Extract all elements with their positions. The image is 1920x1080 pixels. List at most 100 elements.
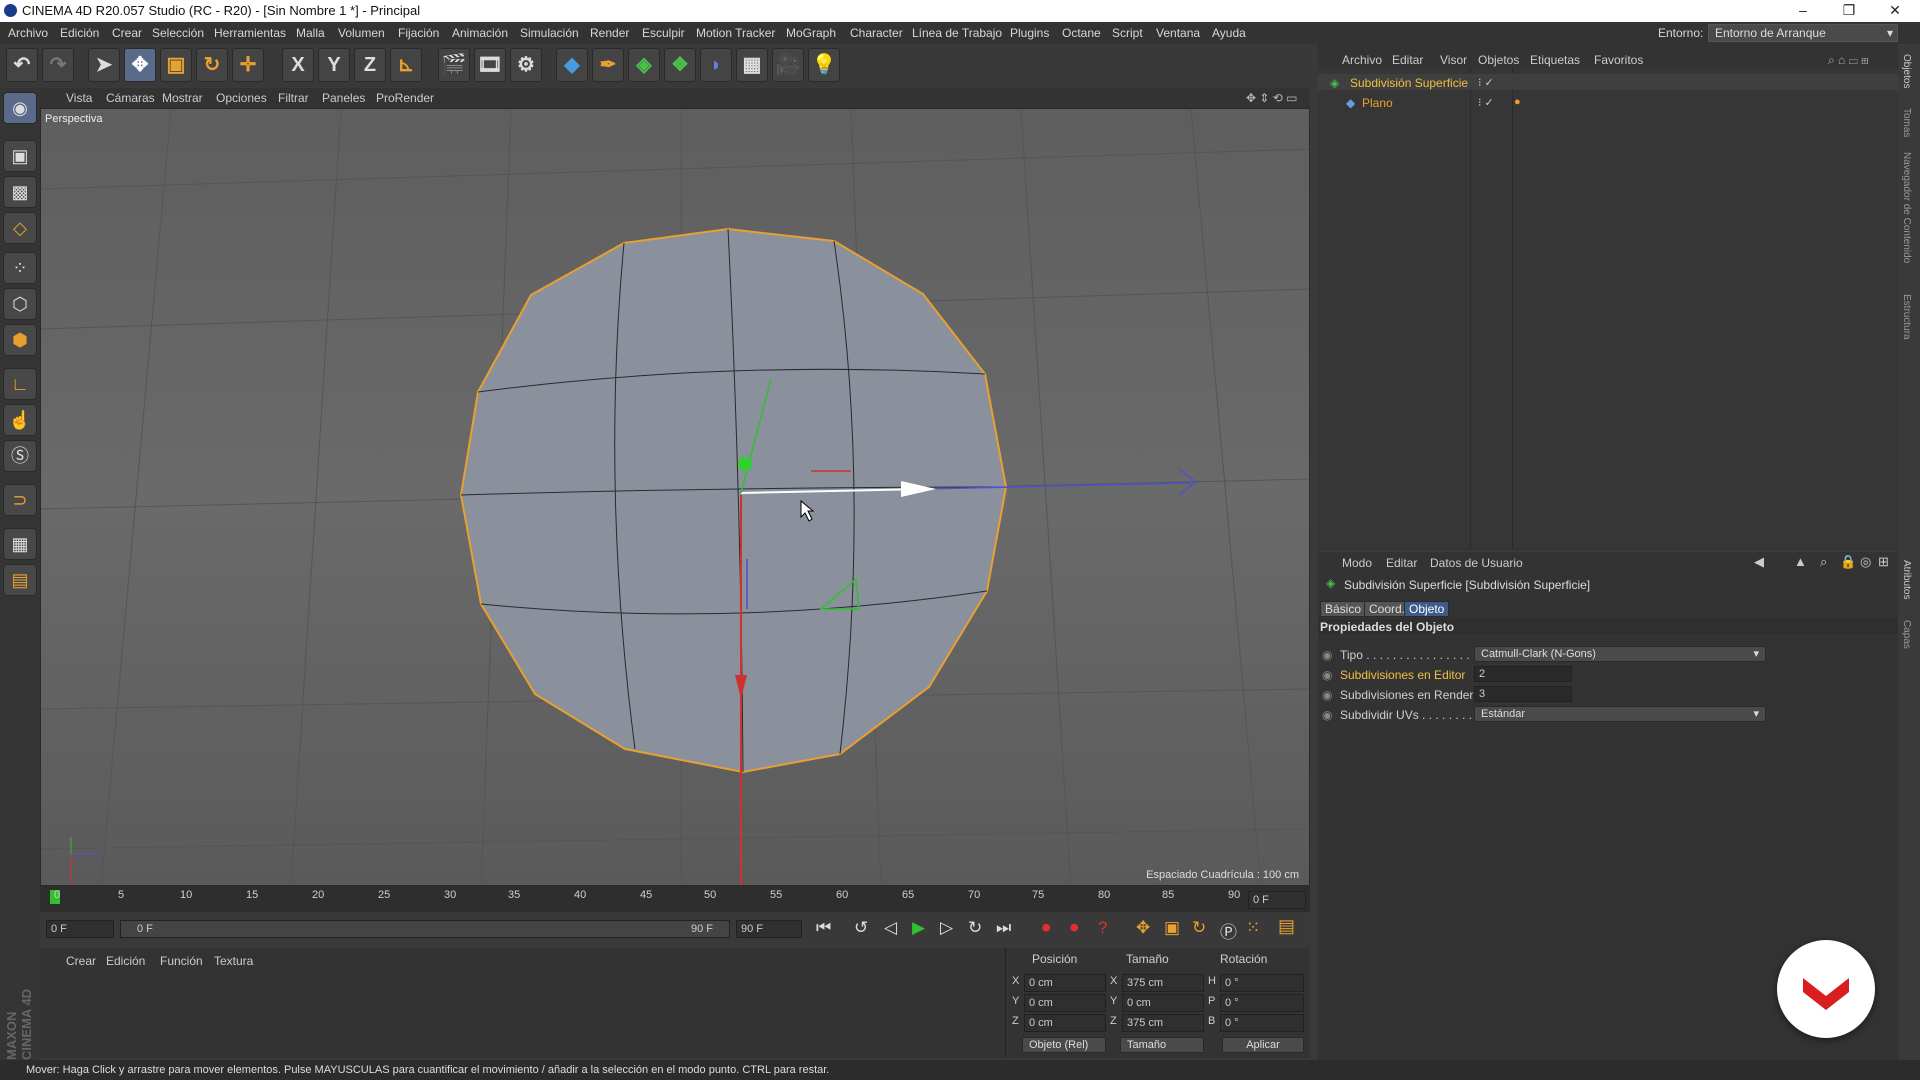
attr-menu-modo[interactable]: Modo bbox=[1342, 556, 1372, 570]
attr-menu-datos-usuario[interactable]: Datos de Usuario bbox=[1430, 556, 1523, 570]
environment-select[interactable]: Entorno de Arranque ▾ bbox=[1708, 24, 1898, 42]
obj-menu-archivo[interactable]: Archivo bbox=[1342, 53, 1382, 67]
timeline-ruler[interactable]: 0 5 10 15 20 25 30 35 40 45 50 55 60 65 … bbox=[40, 886, 1310, 912]
record-keys-icon[interactable]: ⏺ bbox=[1042, 918, 1051, 938]
previous-key-icon[interactable]: ↺ bbox=[854, 918, 868, 938]
vp-menu-paneles[interactable]: Paneles bbox=[322, 91, 365, 105]
back-arrow-icon[interactable]: ◀ bbox=[1754, 554, 1764, 570]
menu-render[interactable]: Render bbox=[590, 26, 629, 40]
polygons-mode-icon[interactable]: ⬢ bbox=[3, 324, 37, 356]
rotation-p-field[interactable]: 0 ° bbox=[1220, 994, 1304, 1012]
obj-menu-favoritos[interactable]: Favoritos bbox=[1594, 53, 1643, 67]
next-frame-icon[interactable]: ▷ bbox=[940, 918, 953, 938]
end-frame-field[interactable]: 90 F bbox=[736, 920, 802, 938]
obj-menu-editar[interactable]: Editar bbox=[1392, 53, 1423, 67]
material-tag-icon[interactable]: ● bbox=[1514, 96, 1521, 108]
menu-plugins[interactable]: Plugins bbox=[1010, 26, 1049, 40]
subdiv-render-field[interactable]: 3 bbox=[1474, 686, 1572, 702]
camera-icon[interactable]: 🎥 bbox=[772, 48, 804, 82]
next-key-icon[interactable]: ↻ bbox=[968, 918, 982, 938]
viewport-perspectiva[interactable]: Perspectiva Espaciado Cuadrícula : 100 c… bbox=[40, 108, 1310, 886]
radio-icon[interactable]: ◉ bbox=[1322, 688, 1332, 702]
timeline-scheme-icon[interactable]: ▤ bbox=[1278, 916, 1295, 937]
menu-fijacion[interactable]: Fijación bbox=[398, 26, 439, 40]
overlay-logo-badge[interactable] bbox=[1777, 940, 1875, 1038]
obj-menu-objetos[interactable]: Objetos bbox=[1478, 53, 1519, 67]
size-z-field[interactable]: 375 cm bbox=[1122, 1014, 1204, 1032]
deformer-icon[interactable]: ◗ bbox=[700, 48, 732, 82]
axis-x-button[interactable]: X bbox=[282, 48, 314, 82]
menu-seleccion[interactable]: Selección bbox=[152, 26, 204, 40]
render-view-icon[interactable]: 🎬 bbox=[438, 48, 470, 82]
menu-animacion[interactable]: Animación bbox=[452, 26, 508, 40]
tipo-select[interactable]: Catmull-Clark (N-Gons) ▾ bbox=[1474, 646, 1766, 662]
key-scale-icon[interactable]: ▣ bbox=[1164, 918, 1180, 938]
side-tab-atributos[interactable]: Atributos bbox=[1901, 560, 1912, 599]
texture-mode-icon[interactable]: ▩ bbox=[3, 176, 37, 208]
previous-frame-icon[interactable]: ◁ bbox=[884, 918, 897, 938]
axis-mode-icon[interactable]: ∟ bbox=[3, 368, 37, 400]
go-to-start-icon[interactable]: ⏮ bbox=[816, 918, 831, 938]
menu-script[interactable]: Script bbox=[1112, 26, 1143, 40]
size-mode-select[interactable]: Tamaño bbox=[1120, 1037, 1204, 1053]
new-panel-icon[interactable]: ⊞ bbox=[1878, 554, 1889, 570]
workplane-icon[interactable]: ◇ bbox=[3, 212, 37, 244]
menu-ventana[interactable]: Ventana bbox=[1156, 26, 1200, 40]
frame-range-slider[interactable]: 0 F 90 F bbox=[120, 920, 730, 938]
light-icon[interactable]: 💡 bbox=[808, 48, 840, 82]
axis-z-button[interactable]: Z bbox=[354, 48, 386, 82]
edges-mode-icon[interactable]: ⬡ bbox=[3, 288, 37, 320]
position-y-field[interactable]: 0 cm bbox=[1024, 994, 1106, 1012]
undo-icon[interactable]: ↶ bbox=[6, 48, 38, 82]
lock-workplane-icon[interactable]: ▦ bbox=[3, 528, 37, 560]
tweak-mode-icon[interactable]: ☝ bbox=[3, 404, 37, 436]
side-tab-navegador[interactable]: Navegador de Contenido bbox=[1901, 152, 1912, 263]
attr-menu-editar[interactable]: Editar bbox=[1386, 556, 1417, 570]
search-icon[interactable]: ⌕ ⌂ ▭ ⊞ bbox=[1828, 53, 1869, 68]
move-tool-icon[interactable]: ✥ bbox=[124, 48, 156, 82]
size-y-field[interactable]: 0 cm bbox=[1122, 994, 1204, 1012]
obj-menu-visor[interactable]: Visor bbox=[1440, 53, 1467, 67]
go-to-end-icon[interactable]: ⏭ bbox=[996, 918, 1011, 938]
viewport-nav-icon[interactable]: ✥ ⇕ ⟲ ▭ bbox=[1246, 91, 1298, 105]
render-settings-icon[interactable]: ⚙ bbox=[510, 48, 542, 82]
tab-basico[interactable]: Básico bbox=[1320, 601, 1367, 617]
side-tab-objetos[interactable]: Objetos bbox=[1901, 54, 1912, 88]
vp-menu-prorender[interactable]: ProRender bbox=[376, 91, 434, 105]
rotation-h-field[interactable]: 0 ° bbox=[1220, 974, 1304, 992]
vp-menu-camaras[interactable]: Cámaras bbox=[106, 91, 155, 105]
up-arrow-icon[interactable]: ▲ bbox=[1794, 554, 1807, 569]
keyframe-selection-icon[interactable]: ? bbox=[1098, 918, 1107, 938]
subdiv-editor-field[interactable]: 2 bbox=[1474, 666, 1572, 682]
visibility-toggle-icon[interactable]: ⁝ ✓ bbox=[1478, 96, 1494, 109]
axis-y-button[interactable]: Y bbox=[318, 48, 350, 82]
cloner-icon[interactable]: ❖ bbox=[664, 48, 696, 82]
solo-icon[interactable]: Ⓢ bbox=[3, 440, 37, 472]
subdividir-uvs-select[interactable]: Estándar ▾ bbox=[1474, 706, 1766, 722]
menu-esculpir[interactable]: Esculpir bbox=[642, 26, 685, 40]
menu-character[interactable]: Character bbox=[850, 26, 903, 40]
pen-spline-icon[interactable]: ✒ bbox=[592, 48, 624, 82]
vp-menu-filtrar[interactable]: Filtrar bbox=[278, 91, 309, 105]
menu-simulacion[interactable]: Simulación bbox=[520, 26, 579, 40]
key-rotation-icon[interactable]: ↻ bbox=[1192, 918, 1206, 938]
lock-icon[interactable]: 🔒 bbox=[1840, 554, 1856, 570]
menu-crear[interactable]: Crear bbox=[112, 26, 142, 40]
planar-workplane-icon[interactable]: ▤ bbox=[3, 564, 37, 596]
maximize-button[interactable]: ❐ bbox=[1826, 0, 1872, 22]
obj-menu-etiquetas[interactable]: Etiquetas bbox=[1530, 53, 1580, 67]
position-x-field[interactable]: 0 cm bbox=[1024, 974, 1106, 992]
menu-octane[interactable]: Octane bbox=[1062, 26, 1101, 40]
menu-mograph[interactable]: MoGraph bbox=[786, 26, 836, 40]
rotation-b-field[interactable]: 0 ° bbox=[1220, 1014, 1304, 1032]
mat-menu-funcion[interactable]: Función bbox=[160, 954, 203, 968]
points-mode-icon[interactable]: ⁘ bbox=[3, 252, 37, 284]
menu-ayuda[interactable]: Ayuda bbox=[1212, 26, 1246, 40]
model-mode-icon[interactable]: ▣ bbox=[3, 140, 37, 172]
visibility-toggle-icon[interactable]: ⁝ ✓ bbox=[1478, 76, 1494, 89]
rotate-tool-icon[interactable]: ↻ bbox=[196, 48, 228, 82]
select-tool-icon[interactable]: ➤ bbox=[88, 48, 120, 82]
make-editable-icon[interactable]: ◉ bbox=[3, 92, 37, 124]
menu-herramientas[interactable]: Herramientas bbox=[214, 26, 286, 40]
object-name-plano[interactable]: Plano bbox=[1362, 96, 1393, 110]
